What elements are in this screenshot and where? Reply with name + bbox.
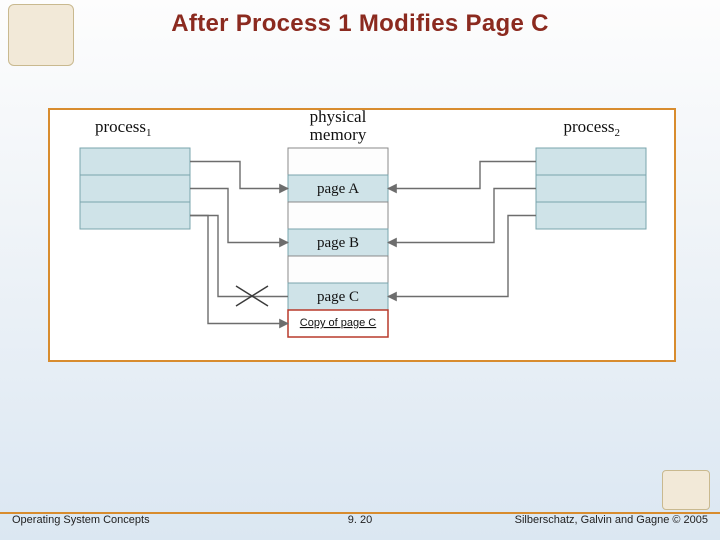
footer: Operating System Concepts 9. 20 Silbersc… <box>0 514 720 532</box>
p1-slot-1 <box>80 175 190 202</box>
phys-label-b: page B <box>317 235 359 251</box>
diagram-panel: process1 physical memory process2 page A… <box>48 108 676 362</box>
p1-slot-2 <box>80 202 190 229</box>
label-physical-memory-1: physical <box>310 110 367 126</box>
p2-slot-0 <box>536 148 646 175</box>
phys-slot-4 <box>288 256 388 283</box>
phys-slot-0 <box>288 148 388 175</box>
label-process2: process2 <box>564 117 620 139</box>
page-title: After Process 1 Modifies Page C <box>0 10 720 38</box>
wire-p2-a <box>388 162 536 189</box>
wire-p1-copy-c <box>190 216 288 324</box>
brand-logo-small <box>662 470 710 510</box>
wire-p1-old-c <box>190 216 288 297</box>
footer-right: Silberschatz, Galvin and Gagne © 2005 <box>515 514 708 526</box>
phys-label-a: page A <box>317 181 359 197</box>
phys-label-c: page C <box>317 289 359 305</box>
p2-slot-1 <box>536 175 646 202</box>
p2-slot-2 <box>536 202 646 229</box>
label-physical-memory-2: memory <box>310 125 367 144</box>
wire-p2-c <box>388 216 536 297</box>
label-process1: process1 <box>95 117 151 139</box>
phys-slot-2 <box>288 202 388 229</box>
wire-p1-a <box>190 162 288 189</box>
cow-diagram: process1 physical memory process2 page A… <box>50 110 674 360</box>
p1-slot-0 <box>80 148 190 175</box>
phys-label-copy-c: Copy of page C <box>300 317 376 329</box>
